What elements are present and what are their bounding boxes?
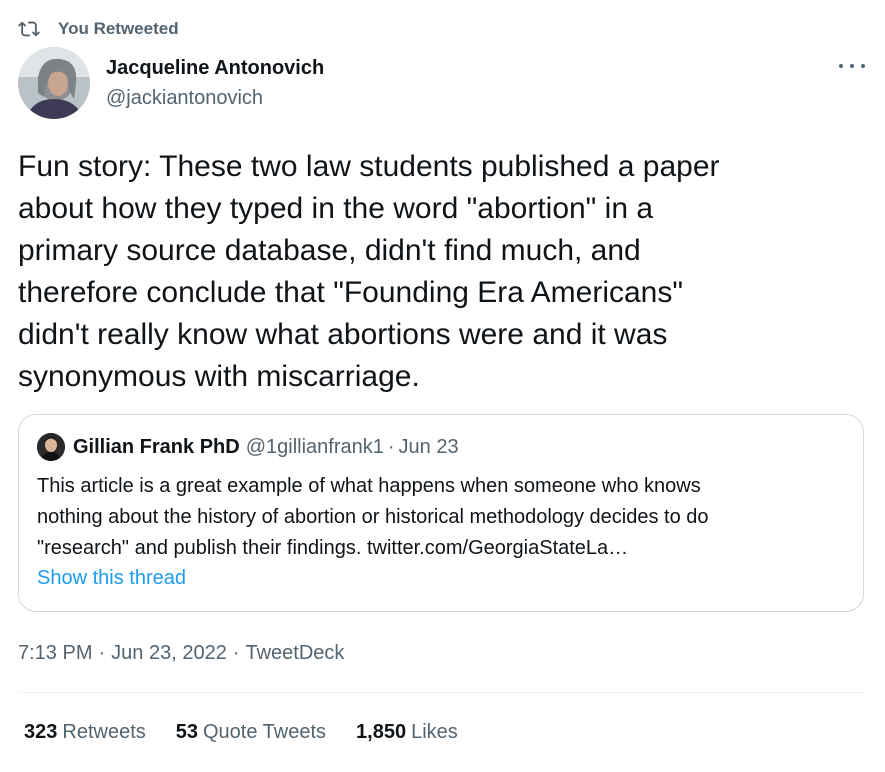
tweet-timestamp: 7:13 PM · Jun 23, 2022 · TweetDeck bbox=[18, 642, 344, 665]
tweet-stats: 323 Retweets 53 Quote Tweets 1,850 Likes bbox=[24, 721, 488, 744]
tweet-source[interactable]: TweetDeck bbox=[245, 642, 344, 665]
show-thread-link[interactable]: Show this thread bbox=[37, 567, 186, 590]
timestamp-separator-1: · bbox=[98, 642, 106, 664]
likes-label: Likes bbox=[411, 721, 458, 743]
quote-author-avatar bbox=[37, 433, 65, 461]
more-options-icon[interactable] bbox=[839, 58, 865, 74]
quote-tweets-count: 53 bbox=[175, 721, 198, 743]
quote-tweets-stat[interactable]: 53 Quote Tweets bbox=[176, 721, 326, 744]
tweet-text: Fun story: These two law students publis… bbox=[18, 150, 720, 393]
author-avatar[interactable] bbox=[18, 47, 90, 119]
tweet-time[interactable]: 7:13 PM bbox=[18, 642, 92, 665]
quote-author-name: Gillian Frank PhD bbox=[73, 435, 240, 458]
likes-count: 1,850 bbox=[356, 721, 407, 743]
quote-date: Jun 23 bbox=[398, 435, 459, 458]
author-name[interactable]: Jacqueline Antonovich bbox=[106, 56, 324, 80]
likes-stat[interactable]: 1,850 Likes bbox=[356, 721, 458, 744]
quote-profile-photo bbox=[37, 433, 65, 461]
divider bbox=[18, 692, 866, 693]
retweet-context: You Retweeted bbox=[18, 18, 179, 40]
tweet-date[interactable]: Jun 23, 2022 bbox=[111, 642, 227, 665]
author-handle[interactable]: @jackiantonovich bbox=[106, 85, 324, 111]
retweets-stat[interactable]: 323 Retweets bbox=[24, 721, 146, 744]
quote-header: Gillian Frank PhD @1gillianfrank1 · Jun … bbox=[37, 433, 459, 461]
profile-photo bbox=[18, 47, 90, 119]
retweet-context-label: You Retweeted bbox=[58, 19, 179, 38]
quote-author-handle: @1gillianfrank1 bbox=[245, 435, 384, 458]
author-block[interactable]: Jacqueline Antonovich @jackiantonovich bbox=[106, 56, 324, 111]
quote-separator: · bbox=[387, 435, 395, 458]
timestamp-separator-2: · bbox=[232, 642, 240, 664]
quote-tweet-card[interactable]: Gillian Frank PhD @1gillianfrank1 · Jun … bbox=[18, 414, 864, 612]
quote-tweets-label: Quote Tweets bbox=[203, 721, 327, 743]
retweet-icon bbox=[18, 21, 40, 37]
quote-text: This article is a great example of what … bbox=[37, 475, 709, 559]
retweets-label: Retweets bbox=[62, 721, 146, 743]
retweets-count: 323 bbox=[24, 721, 58, 743]
